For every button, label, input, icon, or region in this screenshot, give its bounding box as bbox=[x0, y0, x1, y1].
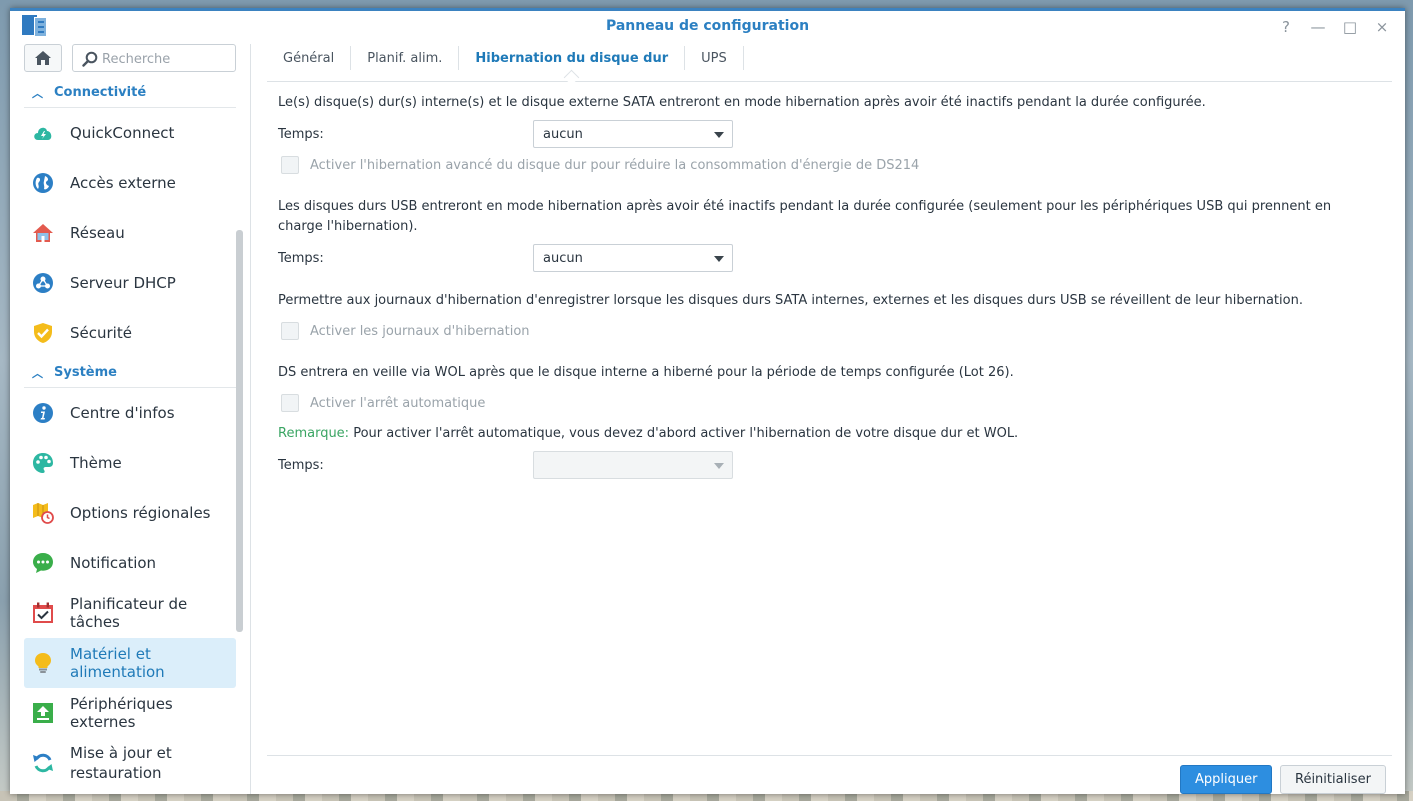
apply-button[interactable]: Appliquer bbox=[1180, 765, 1273, 794]
sidebar-item-label: Serveur DHCP bbox=[70, 274, 176, 292]
main-panel: Général Planif. alim. Hibernation du dis… bbox=[267, 44, 1392, 794]
usb-disk-description: Les disques durs USB entreront en mode h… bbox=[278, 199, 1332, 234]
checkbox-box[interactable] bbox=[281, 394, 299, 412]
remark: Remarque: Pour activer l'arrêt automatiq… bbox=[278, 424, 1378, 444]
time-label: Temps: bbox=[278, 251, 324, 266]
close-icon[interactable]: × bbox=[1373, 18, 1391, 36]
sidebar-item-notification[interactable]: Notification bbox=[24, 538, 236, 588]
sidebar-item-label: Réseau bbox=[70, 224, 125, 242]
time-label: Temps: bbox=[278, 127, 324, 142]
caret-down-icon bbox=[714, 256, 724, 262]
upload-icon bbox=[32, 702, 54, 724]
checkbox-label: Activer l'hibernation avancé du disque d… bbox=[310, 157, 920, 173]
checkbox-label: Activer les journaux d'hibernation bbox=[310, 323, 530, 339]
sidebar: ︿ Connectivité QuickConnect bbox=[10, 44, 252, 794]
sidebar-item-acces-externe[interactable]: Accès externe bbox=[24, 158, 236, 208]
internal-disk-time-select[interactable]: aucun bbox=[533, 120, 733, 148]
sidebar-nav: ︿ Connectivité QuickConnect Accès extern… bbox=[24, 78, 236, 788]
palette-icon bbox=[32, 452, 54, 474]
usb-disk-time-select[interactable]: aucun bbox=[533, 244, 733, 272]
checkbox-label: Activer l'arrêt automatique bbox=[310, 395, 486, 411]
section-systeme[interactable]: ︿ Système bbox=[24, 358, 236, 388]
sidebar-item-reseau[interactable]: Réseau bbox=[24, 208, 236, 258]
tab-hibernation[interactable]: Hibernation du disque dur bbox=[459, 46, 686, 70]
calendar-check-icon bbox=[32, 602, 54, 624]
chevron-up-icon: ︿ bbox=[32, 366, 43, 380]
wol-description: DS entrera en veille via WOL après que l… bbox=[278, 365, 1014, 380]
quickconnect-icon bbox=[32, 122, 54, 144]
footer-bar: Appliquer Réinitialiser bbox=[267, 755, 1392, 794]
section-connectivite[interactable]: ︿ Connectivité bbox=[24, 78, 236, 108]
sidebar-item-options-regionales[interactable]: Options régionales bbox=[24, 488, 236, 538]
control-panel-window: Panneau de configuration ? — □ × ︿ Conne… bbox=[10, 8, 1405, 794]
sidebar-scrollbar[interactable] bbox=[236, 230, 243, 632]
sidebar-item-peripheriques-externes[interactable]: Périphériques externes bbox=[24, 688, 236, 738]
window-title: Panneau de configuration bbox=[605, 18, 810, 34]
dhcp-icon bbox=[32, 272, 54, 294]
sidebar-item-label: Thème bbox=[70, 454, 122, 472]
tab-planif-alim[interactable]: Planif. alim. bbox=[351, 46, 460, 70]
maximize-icon[interactable]: □ bbox=[1341, 18, 1359, 36]
sidebar-item-quickconnect[interactable]: QuickConnect bbox=[24, 108, 236, 158]
regional-icon bbox=[32, 502, 54, 524]
minimize-icon[interactable]: — bbox=[1309, 18, 1327, 36]
sidebar-item-materiel-alimentation[interactable]: Matériel et alimentation bbox=[24, 638, 236, 688]
checkbox-box[interactable] bbox=[281, 322, 299, 340]
sidebar-item-label: Matériel et alimentation bbox=[70, 645, 165, 681]
sidebar-item-label: Notification bbox=[70, 554, 157, 572]
hibernation-log-description: Permettre aux journaux d'hibernation d'e… bbox=[278, 293, 1303, 308]
select-value: aucun bbox=[543, 251, 583, 266]
sidebar-item-label-line2: restauration bbox=[70, 764, 162, 782]
sidebar-item-label: Accès externe bbox=[70, 174, 176, 192]
caret-down-icon bbox=[714, 132, 724, 138]
refresh-icon bbox=[32, 752, 54, 774]
sidebar-item-centre-infos[interactable]: Centre d'infos bbox=[24, 388, 236, 438]
globe-icon bbox=[32, 172, 54, 194]
home-network-icon bbox=[32, 222, 54, 244]
sidebar-item-theme[interactable]: Thème bbox=[24, 438, 236, 488]
sidebar-item-label: Périphériques externes bbox=[70, 695, 173, 731]
sidebar-item-label: Sécurité bbox=[70, 324, 132, 342]
sidebar-item-label: Options régionales bbox=[70, 504, 211, 522]
sidebar-item-serveur-dhcp[interactable]: Serveur DHCP bbox=[24, 258, 236, 308]
sidebar-divider bbox=[250, 44, 251, 794]
search-input[interactable] bbox=[102, 50, 230, 68]
help-icon[interactable]: ? bbox=[1277, 18, 1295, 36]
tab-ups[interactable]: UPS bbox=[685, 46, 744, 70]
home-button[interactable] bbox=[24, 44, 62, 72]
reset-button[interactable]: Réinitialiser bbox=[1280, 765, 1386, 794]
chevron-up-icon: ︿ bbox=[32, 86, 43, 100]
time-label: Temps: bbox=[278, 458, 324, 473]
select-value: aucun bbox=[543, 127, 583, 142]
caret-down-icon bbox=[714, 463, 724, 469]
home-icon bbox=[35, 51, 51, 65]
remark-label: Remarque: bbox=[278, 426, 350, 441]
checkbox-box[interactable] bbox=[281, 156, 299, 174]
tab-bar: Général Planif. alim. Hibernation du dis… bbox=[267, 44, 1392, 82]
chat-bubble-icon bbox=[32, 552, 54, 574]
sidebar-item-label-line1: Mise à jour et bbox=[70, 744, 172, 762]
shield-icon bbox=[32, 322, 54, 344]
sidebar-item-label: QuickConnect bbox=[70, 124, 175, 142]
lightbulb-icon bbox=[32, 652, 54, 674]
hibernation-log-checkbox[interactable]: Activer les journaux d'hibernation bbox=[281, 322, 530, 340]
sidebar-item-label: Centre d'infos bbox=[70, 404, 175, 422]
sidebar-item-label: Planificateur de tâches bbox=[70, 595, 188, 631]
section-label: Connectivité bbox=[54, 85, 147, 100]
info-icon bbox=[32, 402, 54, 424]
tab-general[interactable]: Général bbox=[267, 46, 352, 70]
remark-text: Pour activer l'arrêt automatique, vous d… bbox=[349, 426, 1019, 441]
search-icon bbox=[82, 51, 98, 67]
search-box[interactable] bbox=[72, 44, 236, 72]
title-bar[interactable]: Panneau de configuration ? — □ × bbox=[10, 11, 1405, 44]
sidebar-item-mise-a-jour[interactable]: Mise à jour et restauration bbox=[24, 738, 236, 788]
advanced-hibernation-checkbox[interactable]: Activer l'hibernation avancé du disque d… bbox=[281, 156, 919, 174]
sidebar-item-securite[interactable]: Sécurité bbox=[24, 308, 236, 358]
auto-shutdown-time-select[interactable] bbox=[533, 451, 733, 479]
auto-shutdown-checkbox[interactable]: Activer l'arrêt automatique bbox=[281, 394, 485, 412]
section-label: Système bbox=[54, 365, 117, 380]
sidebar-item-planificateur[interactable]: Planificateur de tâches bbox=[24, 588, 236, 638]
internal-disk-description: Le(s) disque(s) dur(s) interne(s) et le … bbox=[278, 95, 1206, 110]
